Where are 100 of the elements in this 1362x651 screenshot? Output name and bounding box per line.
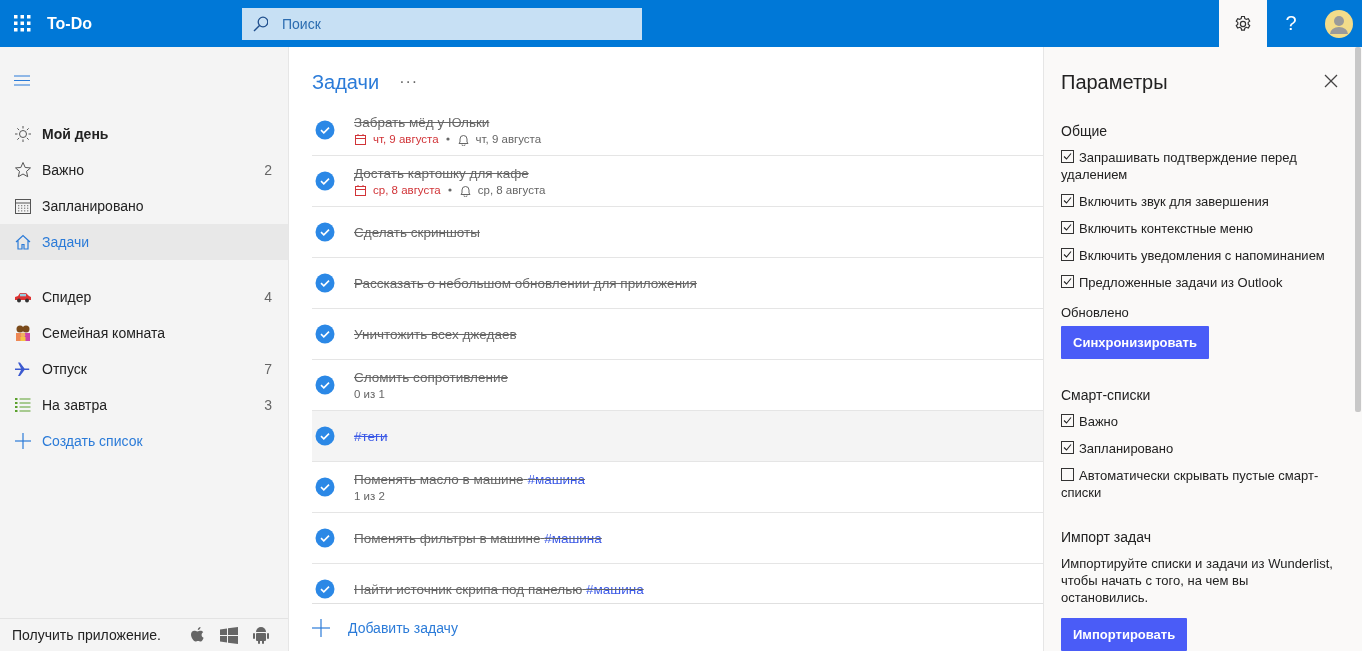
list-icon [14, 396, 32, 414]
family-icon [14, 324, 32, 342]
due-date: ср, 8 августа [373, 184, 441, 196]
task-row[interactable]: Рассказать о небольшом обновлении для приложения [312, 258, 1043, 309]
star-icon [14, 161, 32, 179]
avatar[interactable] [1325, 9, 1353, 38]
completed-checkbox[interactable] [315, 426, 335, 446]
completed-checkbox[interactable] [315, 273, 335, 293]
calendar-icon [14, 197, 32, 215]
tag-link[interactable]: #теги [354, 428, 388, 444]
settings-icon [1234, 14, 1252, 33]
close-icon [1324, 73, 1338, 88]
checkbox-option[interactable]: Включить уведомления с напоминанием [1061, 247, 1338, 264]
apple-icon[interactable] [188, 627, 206, 643]
task-row[interactable]: Забрать мёд у Юльки чт, 9 августа чт, 9 августа [312, 105, 1043, 156]
task-row[interactable]: #теги [312, 411, 1043, 462]
scrollbar[interactable] [1355, 47, 1361, 412]
sidebar-item[interactable]: Спидер 4 [0, 279, 288, 315]
task-row[interactable]: Сделать скриншоты [312, 207, 1043, 258]
section-heading: Общие [1061, 123, 1109, 139]
completed-checkbox[interactable] [315, 477, 335, 497]
task-title: Достать картошку для кафе [354, 165, 530, 181]
android-icon[interactable] [252, 626, 270, 644]
search-field[interactable]: Поиск [242, 7, 642, 40]
list-title: Задачи [312, 70, 380, 94]
checkbox[interactable] [1061, 414, 1074, 427]
windows-icon[interactable] [220, 626, 238, 644]
checkbox-option[interactable]: Важно [1061, 413, 1338, 430]
checkbox[interactable] [1061, 221, 1074, 234]
task-row[interactable]: Поменять фильтры в машине #машина [312, 513, 1043, 564]
checkbox[interactable] [1061, 150, 1074, 163]
task-title: Поменять фильтры в машине #машина [354, 530, 602, 546]
completed-checkbox[interactable] [315, 375, 335, 395]
checkbox[interactable] [1061, 441, 1074, 454]
task-row[interactable]: Поменять масло в машине #машина 1 из 2 [312, 462, 1043, 513]
section-heading: Импорт задач [1061, 529, 1152, 545]
get-app-text: Получить приложение. [12, 627, 162, 643]
separator-dot [446, 187, 453, 193]
task-title: Сделать скриншоты [354, 224, 480, 240]
completed-checkbox[interactable] [315, 222, 335, 242]
section-heading: Смарт-списки [1061, 387, 1152, 403]
task-title: Рассказать о небольшом обновлении для приложения [354, 275, 697, 291]
step-count: 1 из 2 [354, 490, 386, 502]
completed-checkbox[interactable] [315, 324, 335, 344]
import-description: Импортируйте списки и задачи из Wunderlist, чтобы начать с того, на чем вы остановились. [1061, 555, 1334, 606]
add-task-button[interactable]: Добавить задачу [297, 604, 1043, 651]
help-button[interactable]: ? [1267, 0, 1315, 47]
sidebar-item[interactable]: Мой день [0, 116, 288, 152]
task-title: Найти источник скрипа под панелью #машина [354, 581, 644, 597]
task-title: Уничтожить всех джедаев [354, 326, 517, 342]
sidebar-item[interactable]: Отпуск 7 [0, 351, 288, 387]
calendar-icon [354, 183, 367, 197]
due-date: чт, 9 августа [373, 133, 439, 145]
sync-status: Обновлено [1061, 305, 1130, 320]
task-title: Сломить сопротивление [354, 370, 508, 385]
panel-title: Параметры [1061, 70, 1168, 94]
checkbox-option[interactable]: Предложенные задачи из Outlook [1061, 274, 1338, 291]
checkbox[interactable] [1061, 194, 1074, 207]
reminder-date: чт, 9 августа [475, 133, 542, 145]
more-options-button[interactable]: ··· [395, 71, 423, 93]
sun-icon [14, 125, 32, 143]
task-row[interactable]: Уничтожить всех джедаев [312, 309, 1043, 360]
home-icon [14, 233, 32, 251]
completed-checkbox[interactable] [315, 120, 335, 140]
checkbox-option[interactable]: Автоматически скрывать пустые смарт-списки [1061, 467, 1338, 501]
checkbox[interactable] [1061, 468, 1074, 481]
plus-icon [312, 618, 330, 637]
task-title: Поменять масло в машине #машина [354, 472, 585, 487]
checkbox[interactable] [1061, 248, 1074, 261]
checkbox-option[interactable]: Включить звук для завершения [1061, 193, 1338, 210]
completed-checkbox[interactable] [315, 579, 335, 599]
checkbox-option[interactable]: Включить контекстные меню [1061, 220, 1338, 237]
checkbox[interactable] [1061, 275, 1074, 288]
action-button[interactable]: Синхронизировать [1061, 326, 1209, 359]
completed-checkbox[interactable] [315, 171, 335, 191]
reminder-date: ср, 8 августа [477, 184, 546, 196]
new-list-button[interactable]: Создать список [0, 423, 288, 459]
action-button[interactable]: Импортировать [1061, 618, 1188, 651]
sidebar-item[interactable]: Запланировано [0, 188, 288, 224]
tag-link[interactable]: #машина [586, 581, 644, 597]
search-icon [252, 15, 268, 32]
checkbox-option[interactable]: Запрашивать подтверждение перед удалением [1061, 149, 1338, 183]
sidebar-item[interactable]: На завтра 3 [0, 387, 288, 423]
sidebar-item[interactable]: Важно 2 [0, 152, 288, 188]
task-title: Забрать мёд у Юльки [354, 114, 491, 130]
tag-link[interactable]: #машина [544, 530, 602, 546]
bell-icon [458, 183, 472, 197]
calendar-icon [354, 132, 367, 146]
settings-button[interactable] [1219, 0, 1267, 47]
step-count: 0 из 1 [354, 388, 386, 400]
bell-icon [456, 132, 470, 146]
menu-icon[interactable] [14, 75, 30, 86]
sidebar-item[interactable]: Семейная комната [0, 315, 288, 351]
task-row[interactable]: Достать картошку для кафе ср, 8 августа ср, 8 августа [312, 156, 1043, 207]
app-launcher-icon[interactable] [14, 15, 31, 32]
tag-link[interactable]: #машина [527, 472, 585, 487]
plus-icon [14, 432, 32, 450]
checkbox-option[interactable]: Запланировано [1061, 440, 1338, 457]
completed-checkbox[interactable] [315, 528, 335, 548]
sidebar-item[interactable]: Задачи [0, 224, 288, 260]
